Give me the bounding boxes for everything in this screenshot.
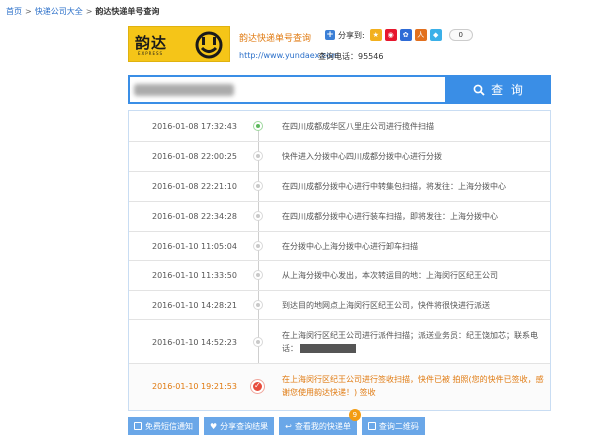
qrcode-button[interactable]: 查询二维码 [361, 417, 425, 435]
timeline-dot [254, 301, 262, 309]
my-orders-label: 查看我的快递单 [294, 421, 351, 431]
my-orders-button[interactable]: ↩ 查看我的快递单 9 [279, 409, 361, 435]
breadcrumb-separator: > [25, 7, 32, 16]
tracking-description: 在分拨中心上海分拨中心进行卸车扫描 [282, 242, 418, 251]
share-label: 分享到: [338, 30, 365, 40]
redacted-tracking-number [134, 84, 234, 96]
tracking-time: 2016-01-10 11:33:50 [152, 271, 237, 280]
tracking-number-input[interactable] [128, 75, 447, 104]
tracking-row: 2016-01-10 11:05:04 在分拨中心上海分拨中心进行卸车扫描 [129, 232, 550, 261]
timeline-dot [254, 182, 262, 190]
tracking-timeline: 2016-01-08 17:32:43 在四川成都成华区八里庄公司进行揽件扫描 … [128, 110, 551, 411]
tracking-row: 2016-01-08 17:32:43 在四川成都成华区八里庄公司进行揽件扫描 [129, 111, 550, 142]
tracking-description: 在上海闵行区纪王公司进行派件扫描；派送业务员：纪王饶加芯；联系电话： [282, 329, 544, 355]
breadcrumb-category-link[interactable]: 快递公司大全 [35, 7, 83, 16]
sms-notify-button[interactable]: 免费短信通知 [128, 417, 199, 435]
tracking-time: 2016-01-08 17:32:43 [152, 122, 237, 131]
breadcrumb-home-link[interactable]: 首页 [6, 7, 22, 16]
qrcode-icon [367, 422, 376, 430]
heart-icon: ♥ [210, 421, 218, 431]
renren-icon[interactable]: 人 [414, 29, 427, 41]
share-bar: + 分享到: ★ ◉ ✿ 人 ◆ 0 [325, 29, 473, 41]
timeline-dot [254, 271, 262, 279]
tracking-description: 快件进入分拨中心四川成都分拨中心进行分拨 [282, 152, 442, 161]
tracking-row: 2016-01-10 11:33:50 从上海分拨中心发出，本次转运目的地：上海… [129, 261, 550, 291]
tracking-time: 2016-01-10 11:05:04 [152, 242, 237, 251]
breadcrumb-separator: > [85, 7, 93, 16]
logo-smile-icon [195, 31, 223, 59]
company-logo: 韵达 EXPRESS [128, 26, 230, 62]
tracking-time: 2016-01-10 14:52:23 [152, 338, 237, 347]
tracking-time: 2016-01-08 22:21:10 [152, 182, 237, 191]
weibo-icon[interactable]: ◉ [384, 29, 397, 41]
logo-text: 韵达 [135, 34, 168, 52]
return-arrow-icon: ↩ [285, 421, 292, 431]
tracking-row-delivered: 2016-01-10 19:21:53 在上海闵行区纪王公司进行签收扫描，快件已… [129, 364, 550, 410]
baidu-icon[interactable]: ✿ [399, 29, 412, 41]
tracking-time: 2016-01-10 19:21:53 [152, 382, 237, 391]
breadcrumb: 首页 > 快递公司大全 > 韵达快递单号查询 [6, 6, 159, 17]
tracking-time: 2016-01-08 22:34:28 [152, 212, 237, 221]
tqq-icon[interactable]: ◆ [429, 29, 442, 41]
tracking-time: 2016-01-08 22:00:25 [152, 152, 237, 161]
breadcrumb-current: 韵达快递单号查询 [95, 7, 160, 16]
tracking-description: 在上海闵行区纪王公司进行签收扫描，快件已被 拍照(您的快件已签收，感谢您使用韵达… [282, 375, 544, 397]
tracking-row: 2016-01-10 14:52:23 在上海闵行区纪王公司进行派件扫描；派送业… [129, 320, 550, 364]
company-phone: 查询电话：95546 [318, 52, 384, 61]
timeline-dot [254, 212, 262, 220]
delivered-check-icon [251, 380, 264, 393]
sms-notify-label: 免费短信通知 [145, 421, 193, 431]
tracking-row: 2016-01-08 22:34:28 在四川成都分拨中心进行装车扫描，即将发往… [129, 202, 550, 232]
tracking-description: 到达目的地网点上海闵行区纪王公司，快件将很快进行派送 [282, 301, 490, 310]
share-count: 0 [448, 29, 473, 41]
tracking-row: 2016-01-10 14:28:21 到达目的地网点上海闵行区纪王公司，快件将… [129, 291, 550, 320]
qzone-icon[interactable]: ★ [369, 29, 382, 41]
qrcode-label: 查询二维码 [378, 421, 419, 431]
tracking-description: 在四川成都分拨中心进行装车扫描，即将发往：上海分拨中心 [282, 212, 498, 221]
tracking-row: 2016-01-08 22:00:25 快件进入分拨中心四川成都分拨中心进行分拨 [129, 142, 550, 172]
redacted-phone [300, 344, 356, 353]
action-bar: 免费短信通知 ♥ 分享查询结果 ↩ 查看我的快递单 9 查询二维码 [128, 409, 425, 435]
tracking-description: 从上海分拨中心发出，本次转运目的地：上海闵行区纪王公司 [282, 271, 498, 280]
orders-count-badge: 9 [348, 409, 361, 421]
search-button[interactable]: 查 询 [447, 75, 551, 104]
timeline-start-dot [254, 122, 262, 130]
timeline-dot [254, 338, 262, 346]
search-button-label: 查 询 [491, 83, 525, 97]
timeline-dot [254, 152, 262, 160]
search-icon [473, 84, 485, 96]
phone-icon [134, 422, 142, 430]
timeline-dot [254, 242, 262, 250]
tracking-description: 在四川成都分拨中心进行中转集包扫描，将发往：上海分拨中心 [282, 182, 506, 191]
tracking-time: 2016-01-10 14:28:21 [152, 301, 237, 310]
share-result-label: 分享查询结果 [220, 421, 269, 431]
share-result-button[interactable]: ♥ 分享查询结果 [204, 417, 275, 435]
tracking-row: 2016-01-08 22:21:10 在四川成都分拨中心进行中转集包扫描，将发… [129, 172, 550, 202]
logo-subtext: EXPRESS [138, 51, 164, 56]
tracking-description: 在四川成都成华区八里庄公司进行揽件扫描 [282, 122, 434, 131]
company-title: 韵达快递单号查询 [239, 34, 312, 44]
share-plus-icon[interactable]: + [325, 30, 335, 40]
